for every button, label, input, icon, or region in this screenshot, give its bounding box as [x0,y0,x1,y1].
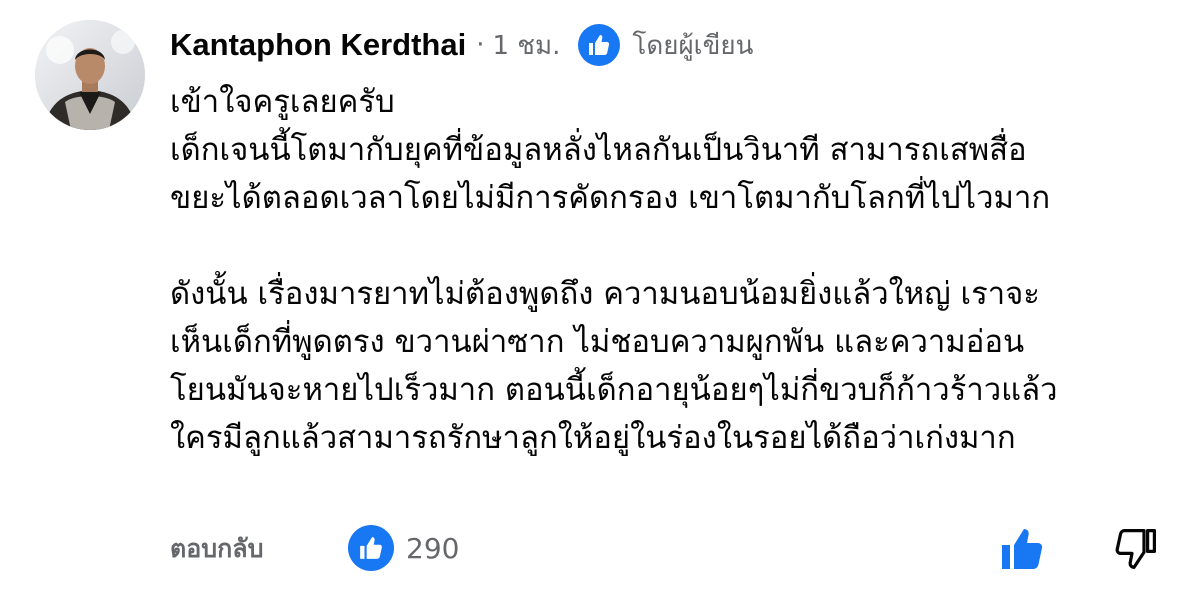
comment-line: ดังนั้น เรื่องมารยาทไม่ต้องพูดถึง ความนอ… [170,276,1040,312]
separator-dot: · [476,30,485,60]
thumbs-up-icon [1002,529,1043,569]
timestamp[interactable]: 1 ชม. [493,25,561,66]
comment-line: เห็นเด็กที่พูดตรง ขวานผ่าซาก ไม่ชอบความผ… [170,324,1025,360]
dislike-button[interactable] [1112,525,1160,573]
comment-line: ขยะได้ตลอดเวลาโดยไม่มีการคัดกรอง เขาโตมา… [170,180,1051,216]
comment-paragraph: เข้าใจครูเลยครับ เด็กเจนนี้โตมากับยุคที่… [170,78,1180,222]
comment-header: Kantaphon Kerdthai · 1 ชม. โดยผู้เขียน [170,24,753,66]
avatar[interactable] [35,20,145,130]
thumbs-up-icon [578,24,621,66]
author-badge: โดยผู้เขียน [578,24,753,66]
comment-line: ใครมีลูกแล้วสามารถรักษาลูกให้อยู่ในร่องใ… [170,420,1016,456]
author-badge-label: โดยผู้เขียน [632,30,754,61]
comment-body: เข้าใจครูเลยครับ เด็กเจนนี้โตมากับยุคที่… [170,78,1180,462]
thumbs-down-icon [1115,529,1156,569]
comment-line: โยนมันจะหายไปเร็วมาก ตอนนี้เด็กอายุน้อยๆ… [170,372,1058,408]
comment-footer: ตอบกลับ 290 [170,525,1170,571]
comment-paragraph: ดังนั้น เรื่องมารยาทไม่ต้องพูดถึง ความนอ… [170,270,1180,462]
like-button[interactable] [998,525,1046,573]
reaction-summary[interactable]: 290 [348,525,459,571]
comment-line: เด็กเจนนี้โตมากับยุคที่ข้อมูลหลั่งไหลกัน… [170,132,1027,168]
thumbs-up-icon [348,525,394,571]
comment-line: เข้าใจครูเลยครับ [170,84,395,120]
reply-button[interactable]: ตอบกลับ [170,529,263,569]
author-name[interactable]: Kantaphon Kerdthai [170,27,466,63]
reaction-count: 290 [406,531,460,565]
